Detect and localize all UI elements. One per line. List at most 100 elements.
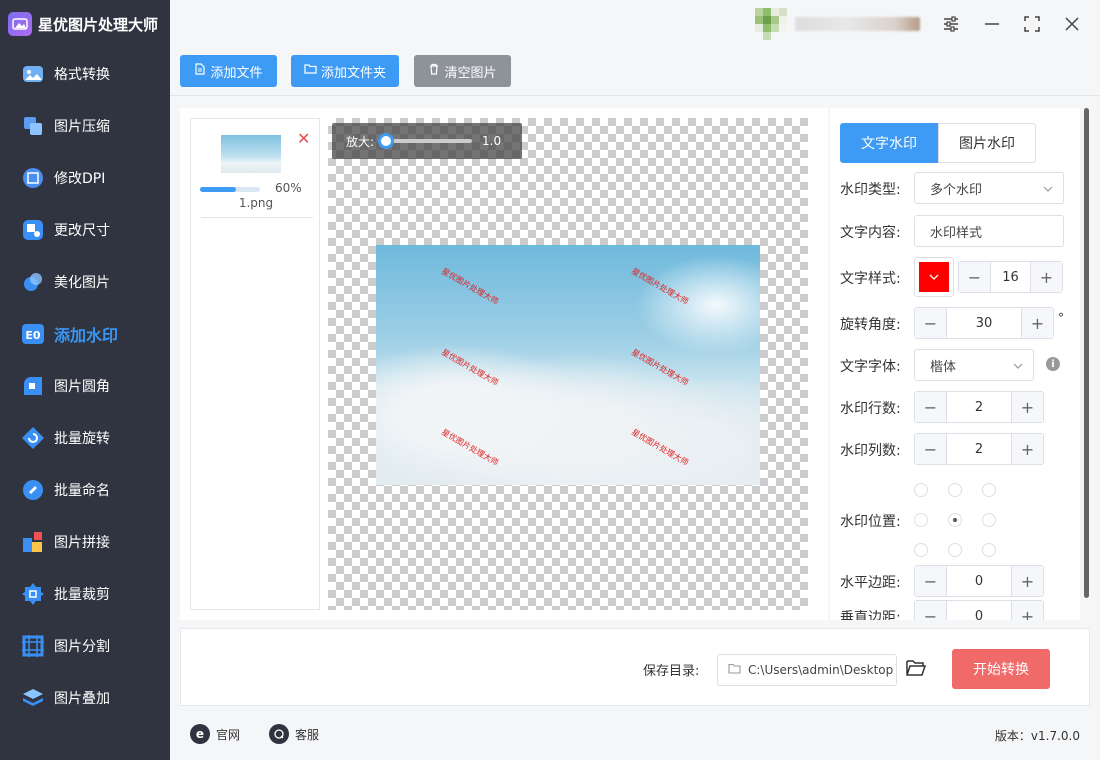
watermark-type-select[interactable]: 多个水印 — [914, 172, 1064, 204]
increase-button[interactable]: + — [1011, 434, 1043, 464]
horizontal-margin-stepper[interactable]: − 0 + — [914, 565, 1044, 597]
sidebar-item-round-corner[interactable]: 图片圆角 — [0, 360, 170, 412]
avatar[interactable] — [755, 8, 787, 40]
sidebar-item-format-convert[interactable]: 格式转换 — [0, 48, 170, 100]
divider — [201, 217, 313, 218]
position-radio[interactable] — [948, 513, 962, 527]
progress-percent: 60% — [275, 181, 302, 195]
sidebar-item-label: 更改尺寸 — [54, 223, 110, 239]
watermark-text: 星优图片处理大师 — [440, 266, 500, 307]
save-directory-label: 保存目录: — [643, 664, 700, 679]
watermark-cols-stepper[interactable]: − 2 + — [914, 433, 1044, 465]
position-radio[interactable] — [948, 483, 962, 497]
rotation-angle-stepper[interactable]: − 30 + — [914, 307, 1054, 339]
sidebar: 星优图片处理大师 格式转换 图片压缩 修改DPI 更改尺寸 美化图片 E0 添加水印 图片圆角… — [0, 0, 170, 760]
website-link[interactable]: e 官网 — [190, 724, 240, 744]
watermark-type-value: 多个水印 — [930, 182, 983, 198]
save-path-input[interactable]: C:\Users\admin\Desktop — [717, 654, 897, 686]
increase-button[interactable]: + — [1011, 566, 1043, 596]
position-radio[interactable] — [982, 513, 996, 527]
zoom-slider-handle[interactable] — [378, 133, 394, 149]
position-radio[interactable] — [914, 483, 928, 497]
decrease-button[interactable]: − — [915, 392, 947, 422]
rotation-angle-value[interactable]: 30 — [947, 316, 1021, 331]
text-content-input[interactable]: 水印样式 — [914, 215, 1064, 247]
settings-scrollbar[interactable] — [1084, 108, 1089, 598]
close-icon[interactable] — [1060, 12, 1084, 36]
sidebar-item-crop[interactable]: 批量裁剪 — [0, 568, 170, 620]
start-convert-button[interactable]: 开始转换 — [952, 649, 1050, 689]
position-radio[interactable] — [982, 543, 996, 557]
sidebar-item-compress[interactable]: 图片压缩 — [0, 100, 170, 152]
sidebar-item-label: 美化图片 — [54, 275, 110, 291]
watermark-text: 星优图片处理大师 — [630, 347, 690, 388]
info-icon[interactable]: i — [1046, 357, 1060, 371]
open-folder-icon[interactable] — [905, 658, 927, 682]
sidebar-item-beautify[interactable]: 美化图片 — [0, 256, 170, 308]
sidebar-item-split[interactable]: 图片分割 — [0, 620, 170, 672]
sidebar-item-dpi[interactable]: 修改DPI — [0, 152, 170, 204]
save-path-value: C:\Users\admin\Desktop — [748, 663, 894, 677]
decrease-button[interactable]: − — [915, 566, 947, 596]
sidebar-item-resize[interactable]: 更改尺寸 — [0, 204, 170, 256]
file-name: 1.png — [238, 196, 274, 210]
position-radio[interactable] — [948, 543, 962, 557]
position-radio[interactable] — [914, 543, 928, 557]
maximize-icon[interactable] — [1020, 12, 1044, 36]
watermark-cols-value[interactable]: 2 — [947, 442, 1011, 457]
output-bar: 保存目录: C:\Users\admin\Desktop 开始转换 — [180, 628, 1090, 706]
font-size-stepper[interactable]: − 16 + — [958, 261, 1063, 293]
zoom-slider[interactable] — [378, 133, 472, 149]
zoom-label: 放大: — [346, 134, 375, 149]
support-link[interactable]: 客服 — [269, 724, 319, 744]
horizontal-margin-value[interactable]: 0 — [947, 574, 1011, 589]
rename-icon — [20, 477, 46, 503]
watermark-rows-value[interactable]: 2 — [947, 400, 1011, 415]
minimize-icon[interactable] — [980, 12, 1004, 36]
watermark-text: 星优图片处理大师 — [630, 427, 690, 468]
decrease-button[interactable]: − — [915, 601, 947, 620]
image-thumbnail[interactable] — [221, 135, 281, 173]
support-label: 客服 — [295, 727, 320, 742]
format-convert-icon — [20, 61, 46, 87]
tab-text-watermark[interactable]: 文字水印 — [840, 123, 938, 163]
sidebar-item-watermark[interactable]: E0 添加水印 — [0, 308, 170, 360]
chat-icon — [269, 724, 289, 744]
add-folder-button[interactable]: 添加文件夹 — [291, 55, 399, 87]
settings-sliders-icon[interactable] — [939, 12, 963, 36]
decrease-button[interactable]: − — [915, 308, 947, 338]
settings-panel: 文字水印 图片水印 水印类型: 多个水印 文字内容: 水印样式 文字样式: − … — [830, 108, 1080, 620]
sidebar-item-label: 添加水印 — [54, 326, 119, 345]
watermark-text: 星优图片处理大师 — [630, 266, 690, 307]
add-file-button[interactable]: 添加文件 — [180, 55, 277, 87]
overlay-icon — [20, 685, 46, 711]
sidebar-item-label: 批量命名 — [54, 483, 110, 499]
vertical-margin-value[interactable]: 0 — [947, 609, 1011, 621]
remove-file-icon[interactable]: ✕ — [297, 129, 310, 148]
position-radio[interactable] — [914, 513, 928, 527]
font-size-value[interactable]: 16 — [991, 270, 1030, 285]
clear-images-button[interactable]: 清空图片 — [414, 55, 511, 87]
sidebar-item-overlay[interactable]: 图片叠加 — [0, 672, 170, 724]
vertical-margin-stepper[interactable]: − 0 + — [914, 600, 1044, 620]
increase-button[interactable]: + — [1030, 262, 1062, 292]
preview-canvas: 放大: 1.0 星优图片处理大师 星优图片处理大师 星优图片处理大师 星优图片处… — [328, 118, 808, 610]
sidebar-item-rename[interactable]: 批量命名 — [0, 464, 170, 516]
position-radio[interactable] — [982, 483, 996, 497]
horizontal-margin-label: 水平边距: — [840, 575, 901, 591]
decrease-button[interactable]: − — [915, 434, 947, 464]
color-picker[interactable] — [914, 257, 954, 297]
increase-button[interactable]: + — [1011, 392, 1043, 422]
zoom-control: 放大: 1.0 — [332, 123, 522, 159]
sidebar-item-rotate[interactable]: 批量旋转 — [0, 412, 170, 464]
username-blurred — [795, 17, 920, 31]
watermark-rows-stepper[interactable]: − 2 + — [914, 391, 1044, 423]
increase-button[interactable]: + — [1011, 601, 1043, 620]
sidebar-item-stitch[interactable]: 图片拼接 — [0, 516, 170, 568]
color-swatch — [919, 262, 949, 292]
tab-image-watermark[interactable]: 图片水印 — [938, 123, 1036, 163]
chevron-down-icon — [1013, 358, 1023, 373]
font-family-select[interactable]: 楷体 — [914, 349, 1034, 381]
decrease-button[interactable]: − — [959, 262, 991, 292]
increase-button[interactable]: + — [1021, 308, 1053, 338]
